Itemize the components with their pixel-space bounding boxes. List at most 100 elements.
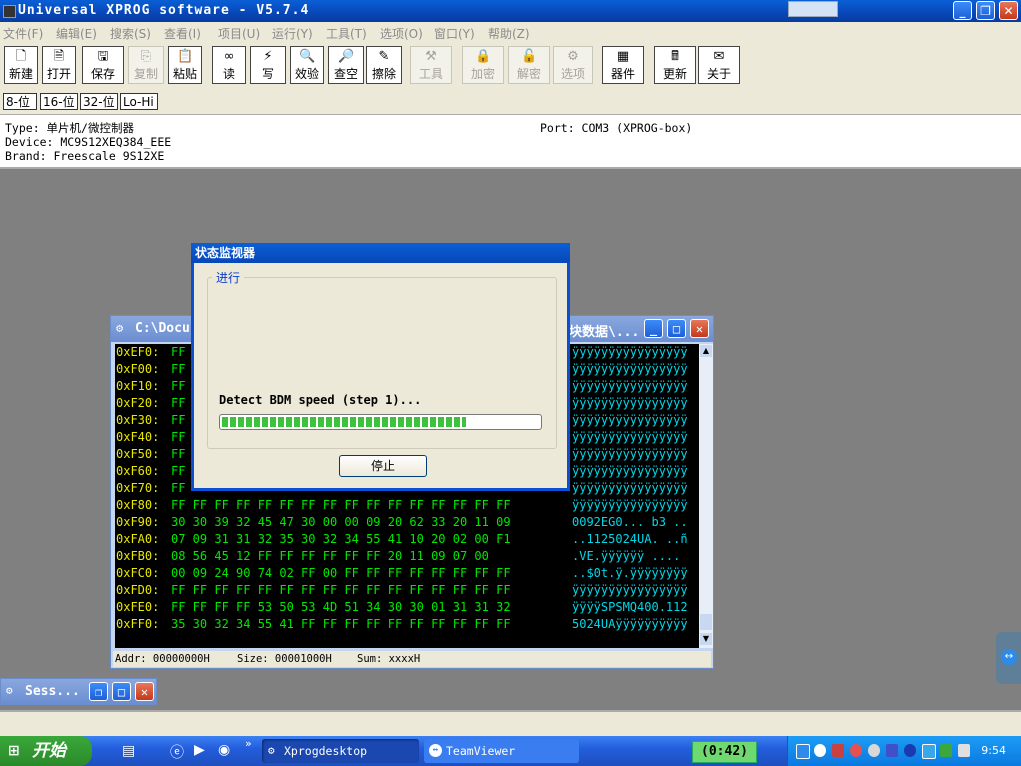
menu-run[interactable]: 运行(Y)	[272, 25, 313, 42]
tray-app-icon[interactable]	[886, 744, 898, 757]
quicklaunch-icon[interactable]: ◉	[218, 742, 230, 758]
language-bar[interactable]	[788, 1, 838, 17]
paste-icon: 📋	[177, 49, 194, 64]
hex-row-bytes: 00 09 24 90 74 02 FF 00 FF FF FF FF FF F…	[171, 566, 511, 580]
menu-window[interactable]: 窗口(Y)	[434, 25, 475, 42]
task-teamviewer[interactable]: ↔ TeamViewer	[424, 739, 579, 763]
hex-row-bytes: 08 56 45 12 FF FF FF FF FF FF 20 11 09 0…	[171, 549, 489, 563]
hex-row[interactable]: 0xFD0: FF FF FF FF FF FF FF FF FF FF FF F…	[115, 582, 699, 599]
write-button[interactable]: ⚡ 写	[250, 46, 286, 84]
hex-row-address: 0xF70:	[116, 481, 160, 495]
dialog-title[interactable]: 状态监视器	[191, 243, 570, 263]
bit-32-button[interactable]: 32-位	[80, 93, 118, 110]
tools-icon: ⚒	[425, 49, 437, 64]
tray-antivirus-icon[interactable]	[850, 744, 862, 757]
hex-window-title-left: C:\Docu	[135, 321, 190, 336]
about-button[interactable]: ✉ 关于	[698, 46, 740, 84]
erase-button[interactable]: ✎ 擦除	[366, 46, 402, 84]
update-button[interactable]: 🖩 更新	[654, 46, 696, 84]
read-button[interactable]: ∞ 读	[212, 46, 246, 84]
open-button[interactable]: 🗎 打开	[42, 46, 76, 84]
task-xprogdesktop[interactable]: ⚙ Xprogdesktop	[262, 739, 419, 763]
bit-8-button[interactable]: 8-位	[3, 93, 37, 110]
menu-options[interactable]: 选项(O)	[380, 25, 423, 42]
bit-16-button[interactable]: 16-位	[40, 93, 78, 110]
scroll-down-arrow-icon[interactable]: ▼	[700, 633, 712, 645]
app-title-bar: Universal XPROG software - V5.7.4 _ ❐ ✕	[0, 0, 1021, 22]
tray-monitor-icon[interactable]	[922, 744, 936, 759]
quicklaunch-more-icon[interactable]: »	[245, 737, 252, 750]
hex-row[interactable]: 0xFA0: 07 09 31 31 32 35 30 32 34 55 41 1…	[115, 531, 699, 548]
device-brand: Brand: Freescale 9S12XE	[5, 149, 165, 163]
hex-minimize-button[interactable]: _	[644, 319, 663, 338]
tools-button[interactable]: ⚒ 工具	[410, 46, 452, 84]
hex-row-ascii: ÿÿÿÿÿÿÿÿÿÿÿÿÿÿÿÿ	[572, 362, 688, 376]
menu-view[interactable]: 查看(I)	[164, 25, 201, 42]
show-desktop-icon[interactable]: ▤	[122, 743, 135, 759]
session-close-button[interactable]: ✕	[135, 682, 154, 701]
media-player-icon[interactable]: ▶	[194, 742, 205, 758]
tray-misc-icon[interactable]	[958, 744, 970, 757]
hex-row[interactable]: 0xFE0: FF FF FF FF 53 50 53 4D 51 34 30 3…	[115, 599, 699, 616]
save-button[interactable]: 🖫 保存	[82, 46, 124, 84]
system-tray: 9:54	[787, 736, 1021, 766]
update-icon: 🖩	[671, 49, 679, 64]
paste-button[interactable]: 📋 粘贴	[168, 46, 202, 84]
menu-search[interactable]: 搜索(S)	[110, 25, 151, 42]
hex-row-address: 0xFB0:	[116, 549, 160, 563]
device-button[interactable]: ▦ 器件	[602, 46, 644, 84]
tray-teamviewer-icon[interactable]	[814, 744, 826, 757]
toolbar: 🗋 新建 🗎 打开 🖫 保存 ⎘ 复制 📋 粘贴 ∞ 读 ⚡ 写 🔍 效验 🔎 查空 ✎ 擦除 ⚒ 工…	[0, 42, 1021, 90]
new-button[interactable]: 🗋 新建	[4, 46, 38, 84]
scroll-up-arrow-icon[interactable]: ▲	[700, 345, 712, 357]
menu-edit[interactable]: 编辑(E)	[56, 25, 97, 42]
menu-tools[interactable]: 工具(T)	[326, 25, 367, 42]
restore-button[interactable]: ❐	[976, 1, 995, 20]
session-maximize-button[interactable]: □	[112, 682, 131, 701]
ie-icon[interactable]: ⓔ	[170, 742, 184, 762]
copy-button[interactable]: ⎘ 复制	[128, 46, 164, 84]
blank-check-button[interactable]: 🔎 查空	[328, 46, 364, 84]
hex-row-address: 0xFA0:	[116, 532, 160, 546]
hex-row-ascii: ÿÿÿÿÿÿÿÿÿÿÿÿÿÿÿÿ	[572, 379, 688, 393]
hex-row[interactable]: 0xFC0: 00 09 24 90 74 02 FF 00 FF FF FF F…	[115, 565, 699, 582]
decrypt-button[interactable]: 🔓 解密	[508, 46, 550, 84]
close-button[interactable]: ✕	[999, 1, 1018, 20]
session-window[interactable]: ⚙ Sess... ❐ □ ✕	[0, 678, 157, 705]
options-button[interactable]: ⚙ 选项	[553, 46, 593, 84]
tray-audio-icon[interactable]	[868, 744, 880, 757]
hex-vertical-scrollbar[interactable]: ▲ ▼	[699, 344, 713, 648]
lock-icon: 🔒	[475, 49, 492, 64]
windows-logo-icon: ⊞	[8, 743, 20, 759]
tray-network-icon[interactable]	[796, 744, 810, 759]
write-icon: ⚡	[263, 49, 273, 64]
hex-row-bytes: 35 30 32 34 55 41 FF FF FF FF FF FF FF F…	[171, 617, 511, 631]
hex-close-button[interactable]: ✕	[690, 319, 709, 338]
menu-file[interactable]: 文件(F)	[3, 25, 43, 42]
session-restore-button[interactable]: ❐	[89, 682, 108, 701]
status-monitor-dialog[interactable]: 状态监视器 进行 Detect BDM speed (step 1)... 停止	[191, 243, 570, 491]
hex-row[interactable]: 0xF80: FF FF FF FF FF FF FF FF FF FF FF F…	[115, 497, 699, 514]
verify-button[interactable]: 🔍 效验	[290, 46, 324, 84]
app-title: Universal XPROG software - V5.7.4	[18, 3, 310, 18]
hex-window-icon: ⚙	[116, 321, 124, 335]
hex-status-size: Size: 00001000H	[237, 653, 332, 665]
minimize-button[interactable]: _	[953, 1, 972, 20]
lo-hi-button[interactable]: Lo-Hi	[120, 93, 158, 110]
menu-help[interactable]: 帮助(Z)	[488, 25, 530, 42]
hex-row[interactable]: 0xFF0: 35 30 32 34 55 41 FF FF FF FF FF F…	[115, 616, 699, 633]
hex-maximize-button[interactable]: □	[667, 319, 686, 338]
hex-status-bar: Addr: 00000000H Size: 00001000H Sum: xxx…	[113, 651, 711, 667]
hex-row[interactable]: 0xF90: 30 30 39 32 45 47 30 00 00 09 20 6…	[115, 514, 699, 531]
start-button[interactable]: ⊞ 开始	[0, 736, 92, 766]
teamviewer-side-tab[interactable]: ↔	[996, 632, 1021, 684]
hex-row[interactable]: 0xFB0: 08 56 45 12 FF FF FF FF FF FF 20 1…	[115, 548, 699, 565]
scroll-thumb[interactable]	[700, 614, 712, 630]
encrypt-button[interactable]: 🔒 加密	[462, 46, 504, 84]
tray-security-icon[interactable]	[832, 744, 844, 757]
tray-input-icon[interactable]	[940, 744, 952, 757]
menu-project[interactable]: 项目(U)	[218, 25, 260, 42]
start-label: 开始	[32, 741, 66, 761]
stop-button[interactable]: 停止	[339, 455, 427, 477]
tray-bluetooth-icon[interactable]	[904, 744, 916, 757]
